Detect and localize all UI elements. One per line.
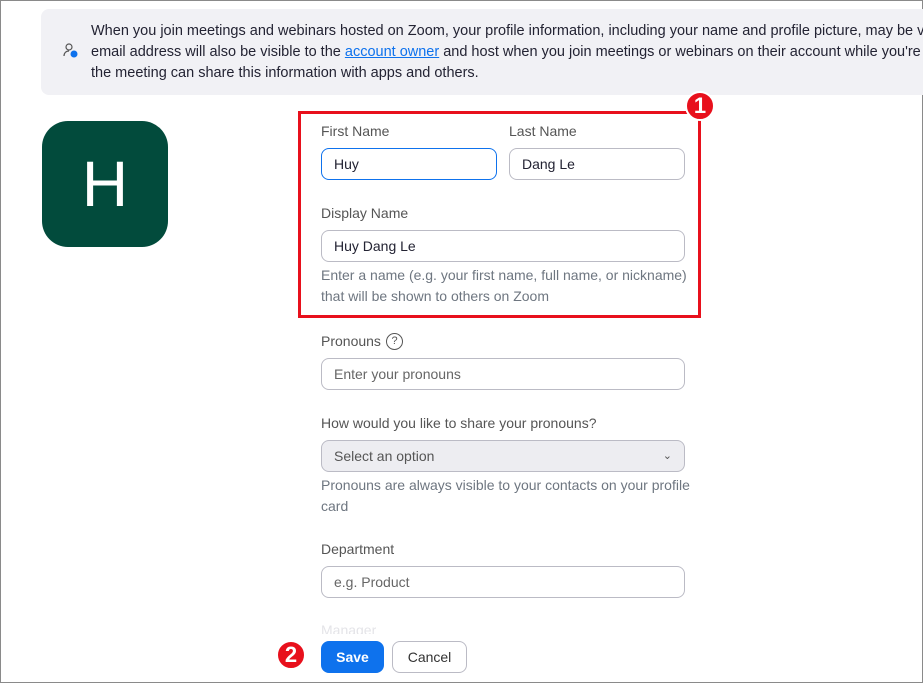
manager-label: Manager [321, 622, 377, 634]
share-pronouns-label: How would you like to share your pronoun… [321, 415, 597, 431]
display-name-help: Enter a name (e.g. your first name, full… [321, 267, 687, 304]
help-icon[interactable]: ? [386, 333, 403, 350]
cancel-button[interactable]: Cancel [392, 641, 467, 673]
pronouns-input[interactable]: Enter your pronouns [321, 358, 685, 390]
avatar[interactable]: H [42, 121, 168, 247]
first-name-label: First Name [321, 123, 390, 139]
chevron-down-icon: ⌄ [662, 450, 672, 462]
display-name-input[interactable]: Huy Dang Le [321, 230, 685, 262]
department-input[interactable]: e.g. Product [321, 566, 685, 598]
annotation-badge-1: 1 [685, 91, 715, 121]
department-label: Department [321, 541, 395, 557]
save-button[interactable]: Save [321, 641, 384, 673]
user-info-icon [63, 43, 78, 58]
last-name-input[interactable]: Dang Le [509, 148, 685, 180]
account-owner-link[interactable]: account owner [345, 44, 439, 60]
first-name-input[interactable]: Huy [321, 148, 497, 180]
annotation-badge-2: 2 [276, 640, 306, 670]
share-pronouns-select[interactable]: Select an option ⌄ [321, 440, 685, 472]
banner-text: When you join meetings and webinars host… [91, 23, 923, 81]
display-name-label: Display Name [321, 205, 409, 221]
share-pronouns-help: Pronouns are always visible to your cont… [321, 477, 690, 514]
last-name-label: Last Name [509, 123, 577, 139]
privacy-banner: When you join meetings and webinars host… [41, 9, 923, 95]
pronouns-label: Pronouns [321, 333, 381, 349]
